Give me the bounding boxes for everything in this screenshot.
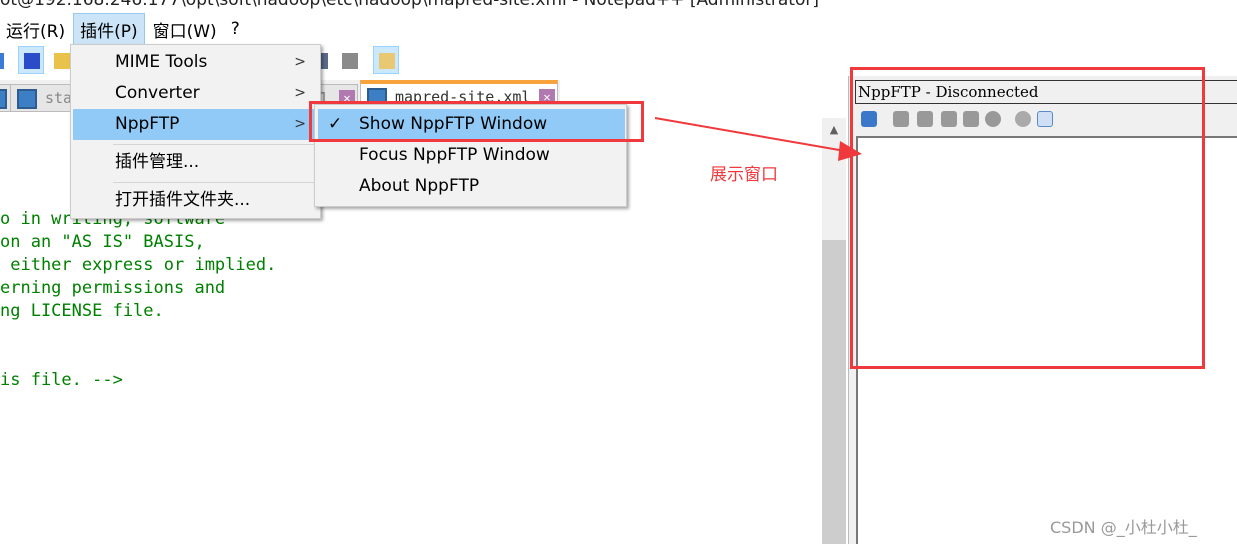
menu-window[interactable]: 窗口(W): [147, 14, 223, 45]
chevron-right-icon: >: [294, 54, 306, 70]
menu-help[interactable]: ?: [225, 16, 246, 42]
chevron-right-icon: >: [294, 85, 306, 101]
code-line: is file. -->: [0, 370, 123, 390]
menu-separator: [113, 144, 316, 145]
highlight-box: [850, 67, 1205, 369]
chevron-right-icon: >: [294, 116, 306, 132]
save-icon: [0, 89, 7, 109]
code-line: either express or implied.: [0, 255, 277, 275]
code-line: on an "AS IS" BASIS,: [0, 232, 205, 252]
toolbar-button[interactable]: [336, 46, 362, 74]
scrollbar-thumb[interactable]: [822, 240, 846, 544]
menu-separator: [113, 182, 316, 183]
tab-label: sta: [45, 89, 73, 107]
toolbar-button[interactable]: [0, 46, 8, 74]
menu-item-label: MIME Tools: [115, 52, 208, 72]
menu-item-open-plugins-folder[interactable]: 打开插件文件夹...: [73, 185, 318, 216]
menu-item-plugin-admin[interactable]: 插件管理...: [73, 147, 318, 178]
code-line: ng LICENSE file.: [0, 301, 164, 321]
window-title: ot@192.168.246.177\opt\soft\hadoop\etc\h…: [0, 0, 819, 10]
menu-plugins[interactable]: 插件(P): [73, 12, 145, 46]
menu-item-converter[interactable]: Converter >: [73, 78, 318, 109]
vertical-scrollbar[interactable]: ▲: [822, 118, 846, 544]
menu-item-label: About NppFTP: [359, 176, 480, 196]
menu-item-label: Focus NppFTP Window: [359, 145, 550, 165]
menu-item-about-nppftp[interactable]: About NppFTP: [318, 171, 625, 202]
menu-bar: 运行(R) 插件(P) 窗口(W) ?: [0, 12, 1237, 46]
highlight-box: [309, 101, 644, 142]
menu-item-mime-tools[interactable]: MIME Tools >: [73, 47, 318, 78]
annotation-label: 展示窗口: [710, 165, 778, 185]
menu-run[interactable]: 运行(R): [0, 14, 71, 45]
code-line: erning permissions and: [0, 278, 226, 298]
menu-item-label: 插件管理...: [115, 152, 200, 172]
menu-item-label: Converter: [115, 83, 200, 103]
indent-guide-button[interactable]: [18, 46, 44, 74]
watermark: CSDN @_小杜小杜_: [1050, 518, 1197, 537]
menu-item-nppftp[interactable]: NppFTP >: [73, 109, 318, 140]
menu-item-focus-nppftp-window[interactable]: Focus NppFTP Window: [318, 140, 625, 171]
menu-item-label: NppFTP: [115, 114, 180, 134]
save-icon: [17, 89, 37, 109]
folder-workspace-button[interactable]: [373, 46, 399, 74]
menu-item-label: 打开插件文件夹...: [115, 190, 251, 210]
plugins-menu: MIME Tools > Converter > NppFTP > 插件管理... 打…: [70, 44, 321, 219]
